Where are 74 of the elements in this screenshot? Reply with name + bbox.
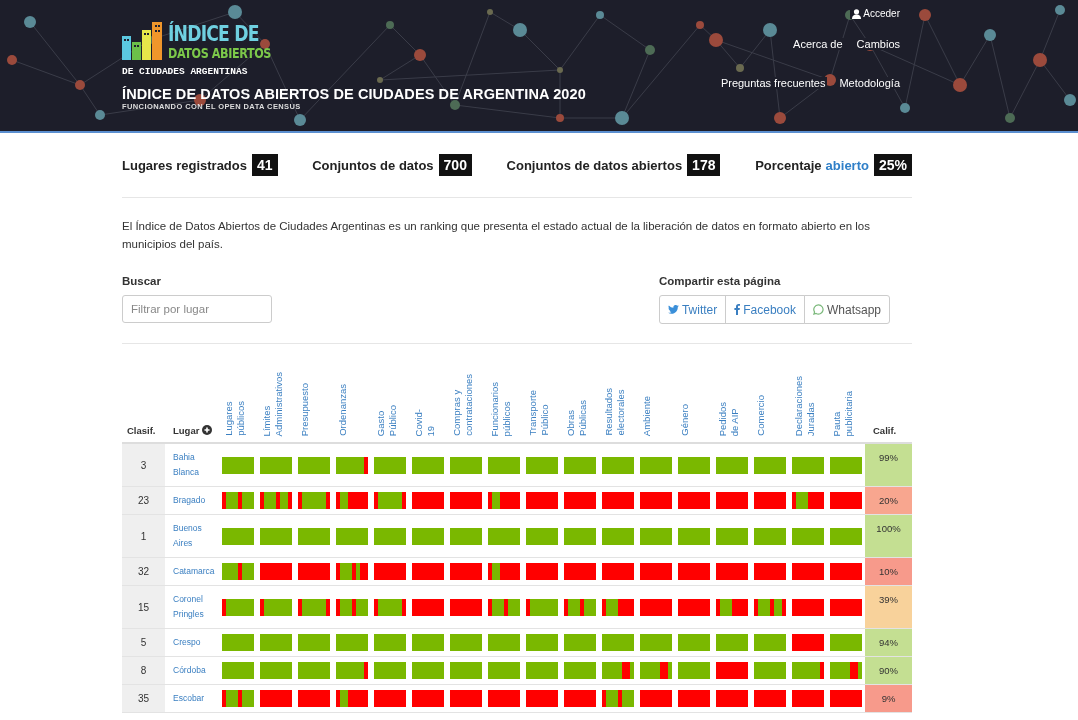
share-button[interactable]: Facebook	[725, 295, 805, 324]
score-cell: 94%	[865, 629, 912, 656]
bird-icon	[667, 305, 679, 314]
score-cell: 39%	[865, 586, 912, 628]
column-header[interactable]: Presupuesto	[299, 382, 311, 436]
stat-label: Conjuntos de datos abiertos	[506, 157, 683, 173]
nav-link[interactable]: Acerca de	[791, 38, 845, 50]
rank-cell: 32	[122, 558, 165, 585]
login-link[interactable]: Acceder	[850, 8, 902, 19]
site-title: ÍNDICE DE DATOS ABIERTOS DE CIUDADES DE ARGENTINA 2020	[122, 86, 586, 102]
search-field[interactable]: Filtrar por lugar	[122, 295, 272, 323]
column-header[interactable]: Comercio	[755, 395, 767, 436]
chat-bubble-icon	[812, 304, 824, 315]
column-header[interactable]: Gasto Público	[375, 404, 399, 436]
logo-subtitle: DE CIUDADES ARGENTINAS	[122, 66, 248, 77]
column-header[interactable]: Lugares públicos	[223, 401, 247, 436]
column-header[interactable]: Ambiente	[641, 395, 653, 436]
share-label: Compartir esta página	[658, 275, 782, 287]
intro-paragraph: El Índice de Datos Abiertos de Ciudades Argentinas es un ranking que presenta el estado actual de la liberación de datos en formato abierto en los municipios del país.	[122, 219, 871, 252]
place-link[interactable]: Crespo	[173, 635, 201, 650]
rank-cell: 23	[122, 487, 165, 514]
score-cell: 20%	[865, 487, 912, 514]
place-link[interactable]: Bragado	[173, 493, 206, 508]
place-link[interactable]: Buenos Aires	[173, 521, 217, 551]
column-header: Clasif.	[127, 425, 156, 436]
nav-link[interactable]: Preguntas frecuentes	[718, 77, 828, 89]
nav-link[interactable]: Metodología	[837, 77, 902, 89]
column-header[interactable]: Ordenanzas	[337, 384, 349, 436]
column-header[interactable]: Límites Administrativos	[261, 371, 285, 436]
score-cell: 9%	[865, 685, 912, 712]
stat-value: 178	[687, 154, 721, 176]
rank-cell: 3	[122, 444, 165, 486]
stat-value: 700	[438, 154, 472, 176]
column-header[interactable]: Obras Públicas	[565, 400, 589, 436]
column-header[interactable]: Pedidos de AIP	[717, 401, 741, 436]
user-icon	[852, 8, 862, 19]
plus-circle-icon[interactable]	[202, 425, 213, 435]
column-header[interactable]: Funcionarios públicos	[489, 381, 513, 436]
score-cell: 90%	[865, 657, 912, 684]
rank-cell: 35	[122, 685, 165, 712]
stat-label: Porcentaje	[755, 157, 822, 173]
column-header[interactable]: Resultados electorales	[603, 388, 627, 436]
column-header[interactable]: Transporte Público	[527, 390, 551, 436]
column-header: Calif.	[873, 425, 897, 436]
buildings-logo-icon	[122, 22, 162, 60]
column-header[interactable]: Declaraciones Juradas	[793, 375, 817, 436]
column-header[interactable]: Compras y contrataciones	[451, 374, 475, 436]
place-link[interactable]: Escobar	[173, 691, 205, 706]
place-link[interactable]: Bahia Blanca	[173, 450, 217, 480]
stat-label: Conjuntos de datos	[312, 157, 434, 173]
stat-link[interactable]: abierto	[825, 157, 869, 173]
share-button[interactable]: Twitter	[658, 295, 727, 324]
column-header[interactable]: Pauta publicitaria	[831, 390, 855, 436]
column-header[interactable]: Covid-19	[413, 408, 437, 436]
score-cell: 100%	[865, 515, 912, 557]
score-cell: 10%	[865, 558, 912, 585]
logo-text: DATOS ABIERTOS	[168, 46, 271, 60]
place-link[interactable]: Catamarca	[173, 564, 215, 579]
search-label: Buscar	[122, 275, 162, 287]
nav-link[interactable]: Cambios	[854, 38, 902, 50]
share-button[interactable]: Whatsapp	[803, 295, 890, 324]
column-header[interactable]: Género	[679, 404, 691, 436]
facebook-icon	[734, 304, 741, 315]
rank-cell: 1	[122, 515, 165, 557]
stat-value: 25%	[873, 154, 912, 176]
column-header[interactable]: Lugar	[173, 425, 200, 436]
score-cell: 99%	[865, 444, 912, 486]
stat-label: Lugares registrados	[122, 157, 247, 173]
rank-cell: 15	[122, 586, 165, 628]
place-link[interactable]: Córdoba	[173, 663, 206, 678]
rank-cell: 5	[122, 629, 165, 656]
place-link[interactable]: Coronel Pringles	[173, 592, 217, 622]
stat-value: 41	[252, 154, 278, 176]
rank-cell: 8	[122, 657, 165, 684]
